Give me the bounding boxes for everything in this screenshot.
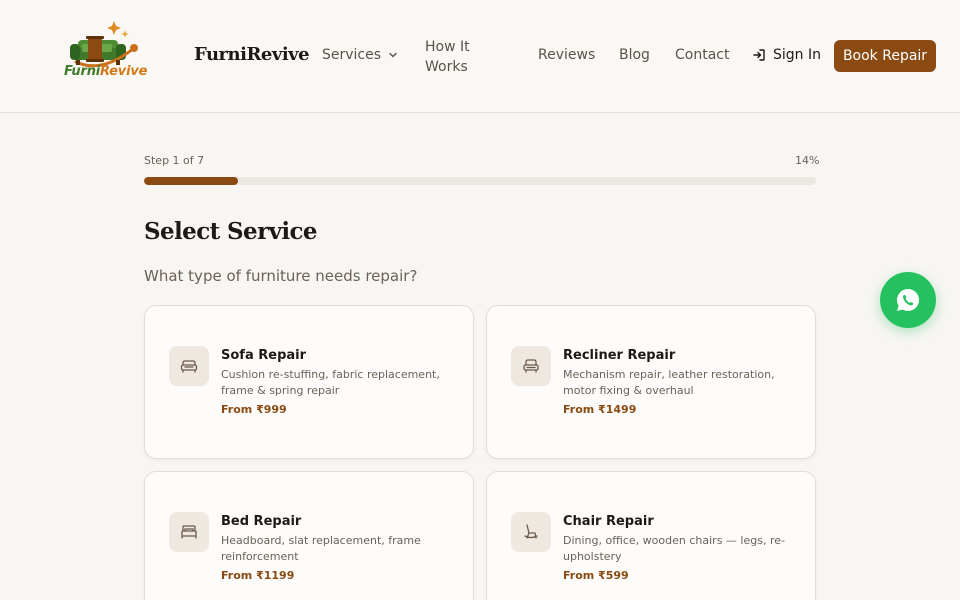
sofa-icon (169, 346, 209, 386)
sign-in-icon (753, 49, 765, 61)
service-price: From ₹1499 (563, 403, 637, 416)
service-title: Sofa Repair (221, 348, 307, 363)
brand-name[interactable]: FurniRevive (194, 44, 310, 65)
service-description: Cushion re-stuffing, fabric replacement,… (221, 368, 440, 397)
service-card-sofa[interactable]: Sofa Repair Cushion re-stuffing, fabric … (144, 305, 474, 459)
sign-in-link[interactable]: Sign In (752, 47, 821, 63)
chair-icon (511, 512, 551, 552)
step-label: Step 1 of 7 (144, 154, 205, 167)
service-title: Chair Repair (563, 514, 654, 529)
nav-services[interactable]: Services (322, 47, 399, 63)
service-price: From ₹599 (563, 569, 629, 582)
site-header: FurniRevive FurniRevive Services How It … (0, 0, 960, 113)
nav-blog[interactable]: Blog (619, 47, 650, 63)
progress-fill (144, 177, 239, 185)
service-title: Recliner Repair (563, 348, 676, 363)
whatsapp-icon (897, 288, 920, 311)
nav-reviews[interactable]: Reviews (538, 47, 595, 63)
service-description: Mechanism repair, leather restoration, m… (563, 368, 775, 397)
service-card-recliner[interactable]: Recliner Repair Mechanism repair, leathe… (486, 305, 816, 459)
progress-percent: 14% (795, 154, 820, 167)
nav-how-it-works[interactable]: How It Works (425, 37, 485, 77)
service-card-bed[interactable]: Bed Repair Headboard, slat replacement, … (144, 471, 474, 600)
progress-bar (144, 177, 816, 185)
service-price: From ₹999 (221, 403, 287, 416)
page-subtitle: What type of furniture needs repair? (144, 267, 418, 285)
sign-in-label: Sign In (773, 47, 821, 63)
page-title: Select Service (144, 218, 318, 245)
service-price: From ₹1199 (221, 569, 295, 582)
service-description: Headboard, slat replacement, frame reinf… (221, 534, 421, 563)
service-title: Bed Repair (221, 514, 302, 529)
chevron-down-icon (389, 52, 397, 58)
book-repair-button[interactable]: Book Repair (834, 40, 936, 72)
recliner-icon (511, 346, 551, 386)
nav-services-label: Services (322, 47, 382, 63)
whatsapp-button[interactable] (880, 272, 936, 328)
logo-wordmark: FurniRevive (64, 64, 148, 79)
bed-icon (169, 512, 209, 552)
nav-contact[interactable]: Contact (675, 47, 729, 63)
service-card-chair[interactable]: Chair Repair Dining, office, wooden chai… (486, 471, 816, 600)
service-description: Dining, office, wooden chairs — legs, re… (563, 534, 785, 563)
